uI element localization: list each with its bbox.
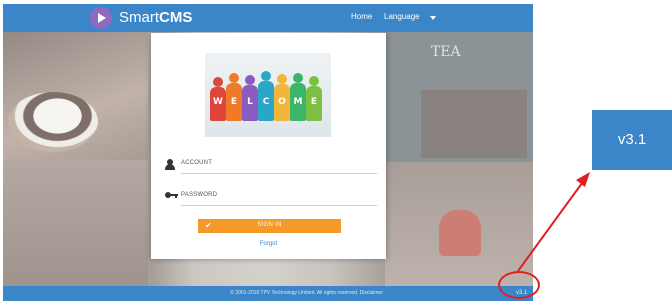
annotation-arrow-line (517, 178, 586, 272)
annotation-arrowhead (576, 172, 590, 187)
annotation-highlight-ellipse (498, 271, 540, 299)
annotation-arrow (517, 172, 590, 272)
